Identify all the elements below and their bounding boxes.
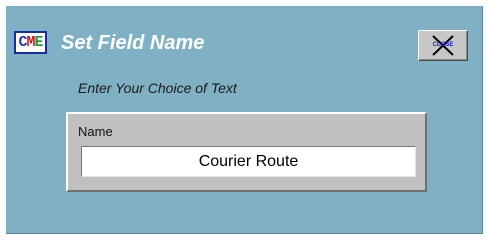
close-button-label: CLOSE — [432, 42, 454, 48]
close-button[interactable]: CLOSE — [418, 30, 468, 61]
set-field-name-dialog: CME Set Field Name CLOSE Enter Your Choi… — [6, 6, 483, 234]
dialog-subtitle: Enter Your Choice of Text — [78, 80, 237, 96]
dialog-title: Set Field Name — [61, 32, 205, 54]
name-input[interactable] — [81, 146, 416, 177]
name-field-panel: Name — [66, 112, 427, 192]
cme-logo-icon: CME — [14, 31, 47, 54]
name-field-label: Name — [78, 124, 113, 139]
